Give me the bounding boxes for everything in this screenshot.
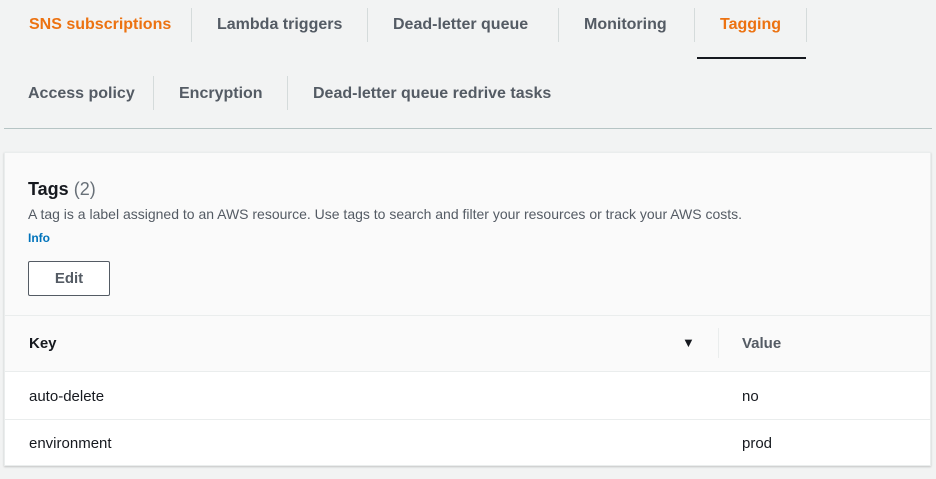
- table-header: Key ▼ Value: [5, 316, 930, 372]
- column-header-key[interactable]: Key: [29, 335, 57, 352]
- tab-lambda-triggers[interactable]: Lambda triggers: [217, 15, 342, 35]
- tags-panel: Tags (2) A tag is a label assigned to an…: [4, 152, 931, 466]
- active-tab-indicator: [697, 57, 806, 59]
- tab-dlq-redrive-tasks[interactable]: Dead-letter queue redrive tasks: [313, 84, 551, 104]
- tab-encryption[interactable]: Encryption: [179, 84, 263, 104]
- tab-separator: [367, 8, 368, 42]
- table-row: environment prod: [5, 420, 930, 467]
- tag-key: environment: [29, 435, 112, 452]
- tag-count: (2): [73, 179, 96, 199]
- edit-button[interactable]: Edit: [28, 261, 110, 296]
- tab-dead-letter-queue[interactable]: Dead-letter queue: [393, 15, 528, 35]
- tabs-divider: [4, 128, 932, 129]
- tab-separator: [191, 8, 192, 42]
- tab-tagging[interactable]: Tagging: [720, 15, 781, 35]
- column-resize-handle[interactable]: [718, 328, 719, 358]
- tab-separator: [287, 76, 288, 110]
- tab-separator: [694, 8, 695, 42]
- tab-separator: [153, 76, 154, 110]
- tab-separator: [558, 8, 559, 42]
- sort-descending-icon[interactable]: ▼: [682, 335, 695, 350]
- tab-separator: [806, 8, 807, 42]
- tag-value: no: [742, 388, 759, 405]
- tab-monitoring[interactable]: Monitoring: [584, 15, 667, 35]
- tag-key: auto-delete: [29, 388, 105, 405]
- tab-sns-subscriptions[interactable]: SNS subscriptions: [29, 15, 171, 35]
- tab-access-policy[interactable]: Access policy: [28, 84, 135, 104]
- info-link[interactable]: Info: [28, 231, 50, 245]
- panel-title-text: Tags: [28, 179, 69, 199]
- panel-description: A tag is a label assigned to an AWS reso…: [28, 206, 743, 222]
- tags-panel-header: Tags (2) A tag is a label assigned to an…: [5, 153, 930, 316]
- tag-value: prod: [742, 435, 773, 452]
- table-row: auto-delete no: [5, 373, 930, 420]
- panel-title: Tags (2): [28, 179, 96, 200]
- column-header-value[interactable]: Value: [742, 335, 781, 352]
